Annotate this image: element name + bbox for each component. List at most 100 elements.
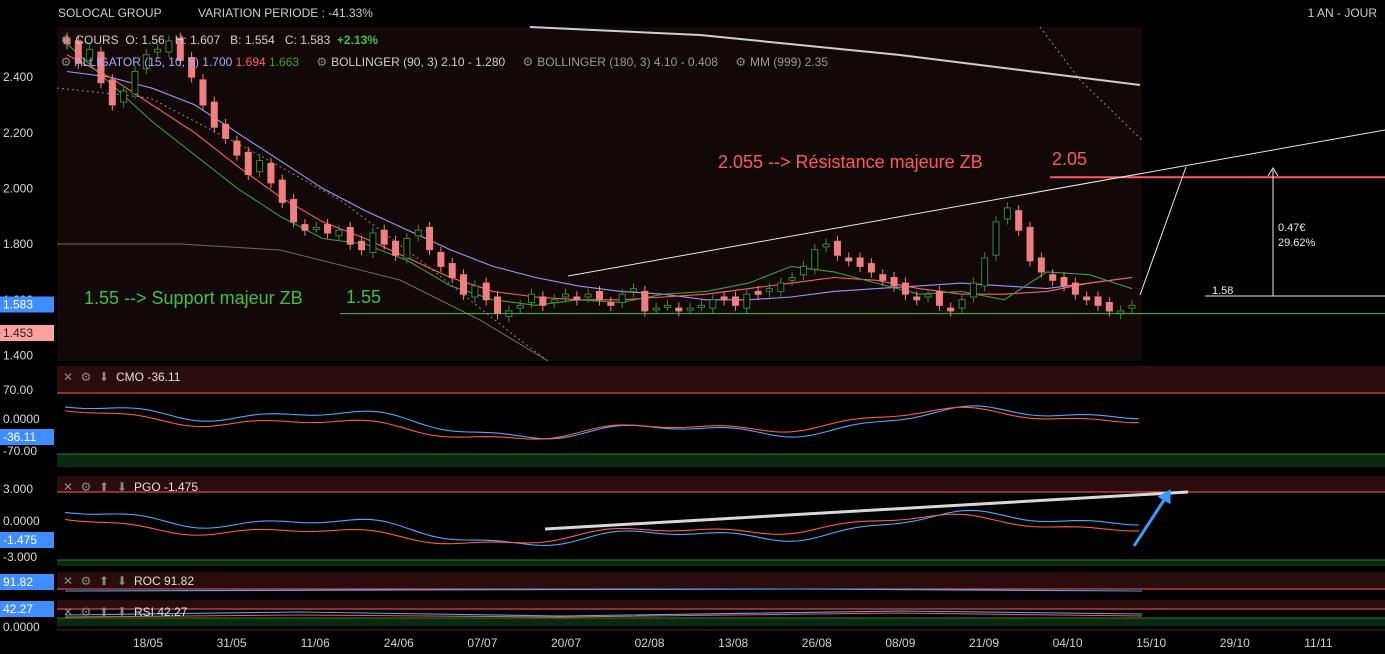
candle-body	[709, 299, 717, 309]
candle-body	[913, 296, 921, 301]
candle-body	[199, 79, 207, 106]
chart-canvas[interactable]: 2.055 --> Résistance majeure ZB 2.05 1.55 …	[0, 0, 1385, 654]
pgo-label: PGO -1.475	[134, 480, 199, 494]
instrument-name: SOLOCAL GROUP	[58, 6, 162, 20]
oscillator-badge-label: 91.82	[3, 575, 33, 589]
x-tick-label: 04/10	[1053, 636, 1083, 650]
candle-body	[584, 293, 592, 298]
candle-body	[380, 229, 388, 245]
candle-body	[947, 307, 955, 312]
y-tick-label: 1.400	[3, 348, 33, 362]
candle-body	[528, 293, 536, 304]
gear-icon[interactable]: ⚙	[522, 56, 534, 68]
gear-icon[interactable]: ⚙	[60, 34, 72, 46]
oscillator-badge-label: -1.475	[3, 533, 37, 547]
x-tick-label: 11/06	[301, 636, 330, 650]
oscillator-badge-label: -36.11	[3, 430, 36, 444]
candle-body	[969, 282, 977, 298]
bollinger-180-label: BOLLINGER (180, 3) 4.10 - 0.408	[537, 55, 718, 69]
x-tick-label: 07/07	[467, 636, 497, 650]
candle-body	[1015, 210, 1023, 231]
candle-body	[641, 290, 649, 312]
close-icon[interactable]: ✕	[62, 606, 74, 618]
low-label: B:	[230, 33, 242, 47]
candle-body	[981, 257, 989, 287]
candle-body	[312, 226, 320, 230]
x-tick-label: 29/10	[1220, 636, 1250, 650]
candle-body	[460, 274, 468, 295]
candle-body	[890, 277, 898, 287]
close-icon[interactable]: ✕	[62, 371, 74, 383]
cmo-panel-header: ✕ ⚙ ⬇ CMO -36.11	[62, 370, 181, 384]
candle-body	[777, 282, 785, 292]
close-icon[interactable]: ✕	[62, 481, 74, 493]
cmo-upper-zone	[57, 366, 1385, 393]
timeframe-selector[interactable]: 1 AN - JOUR	[1308, 6, 1377, 20]
rsi-label: RSI 42.27	[134, 605, 188, 619]
arrow-down-icon[interactable]: ⬇	[116, 575, 128, 587]
x-tick-label: 20/07	[551, 636, 581, 650]
x-tick-label: 31/05	[217, 636, 247, 650]
alligator-value-1: 1.700	[202, 55, 233, 69]
candle-body	[403, 238, 411, 259]
oscillator-panels: 70.00 0.0000 -70.00 3.000 0.0000 -3.000 0.0000…	[0, 366, 1385, 634]
candle-body	[482, 282, 490, 301]
candle-body	[256, 160, 264, 173]
candle-body	[596, 290, 603, 301]
arrow-up-icon[interactable]: ⬆	[98, 575, 110, 587]
candle-body	[154, 48, 162, 53]
gear-icon[interactable]: ⚙	[80, 575, 92, 587]
candle-body	[267, 162, 275, 184]
close-icon[interactable]: ✕	[62, 575, 74, 587]
candle-body	[233, 140, 241, 156]
legend-cours-row: ⚙ COURS O: 1.56 H: 1.607 B: 1.554 C: 1.5…	[60, 33, 378, 47]
pgo-breakout-arrow	[1132, 493, 1170, 547]
x-tick-label: 24/06	[384, 636, 414, 650]
gear-icon[interactable]: ⚙	[80, 606, 92, 618]
y-tick-label: 2.000	[3, 181, 33, 195]
arrow-down-icon[interactable]: ⬇	[98, 371, 110, 383]
arrow-up-icon[interactable]: ⬆	[98, 481, 110, 493]
candle-body	[765, 288, 773, 292]
arrow-down-icon[interactable]: ⬇	[116, 606, 128, 618]
candle-body	[426, 226, 434, 251]
cmo-lower-zone	[57, 454, 1385, 467]
candle-body	[845, 257, 853, 262]
pgo-panel-header: ✕ ⚙ ⬆ ⬇ PGO -1.475	[62, 480, 198, 494]
bollinger-90-label: BOLLINGER (90, 3) 2.10 - 1.280	[331, 55, 506, 69]
candle-body	[1037, 257, 1045, 273]
arrow-down-icon[interactable]: ⬇	[116, 481, 128, 493]
candle-body	[1083, 296, 1091, 301]
pgo-trendline	[544, 490, 1189, 531]
candle-body	[924, 293, 932, 298]
candle-body	[346, 226, 354, 245]
gear-icon[interactable]: ⚙	[80, 481, 92, 493]
x-tick-label: 26/08	[802, 636, 832, 650]
candle-body	[539, 296, 547, 306]
oscillator-tick-label: 0.0000	[3, 620, 40, 634]
gear-icon[interactable]: ⚙	[60, 56, 72, 68]
candle-body	[1128, 304, 1136, 309]
candle-body	[618, 293, 626, 304]
candle-body	[799, 265, 807, 276]
pgo-upper-zone	[57, 476, 1385, 492]
last-price-badge-label: 1.583	[3, 297, 33, 311]
target-amount: 0.47€	[1278, 222, 1306, 234]
arrow-up-icon[interactable]: ⬆	[98, 606, 110, 618]
gear-icon[interactable]: ⚙	[735, 56, 747, 68]
candle-body	[788, 277, 796, 281]
candle-body	[1105, 302, 1113, 312]
cmo-label: CMO -36.11	[116, 370, 181, 384]
resistance-text: 2.055 --> Résistance majeure ZB	[718, 152, 983, 172]
candle-body	[1026, 226, 1034, 262]
close-label: C:	[284, 33, 297, 47]
alligator-value-3: 1.663	[269, 55, 300, 69]
candle-body	[1003, 207, 1011, 220]
gear-icon[interactable]: ⚙	[80, 371, 92, 383]
gear-icon[interactable]: ⚙	[316, 56, 328, 68]
close-value: 1.583	[300, 33, 331, 47]
candle-body	[856, 257, 864, 267]
candle-body	[471, 285, 479, 298]
change-value: +2.13%	[336, 33, 378, 47]
candle-body	[958, 299, 966, 309]
